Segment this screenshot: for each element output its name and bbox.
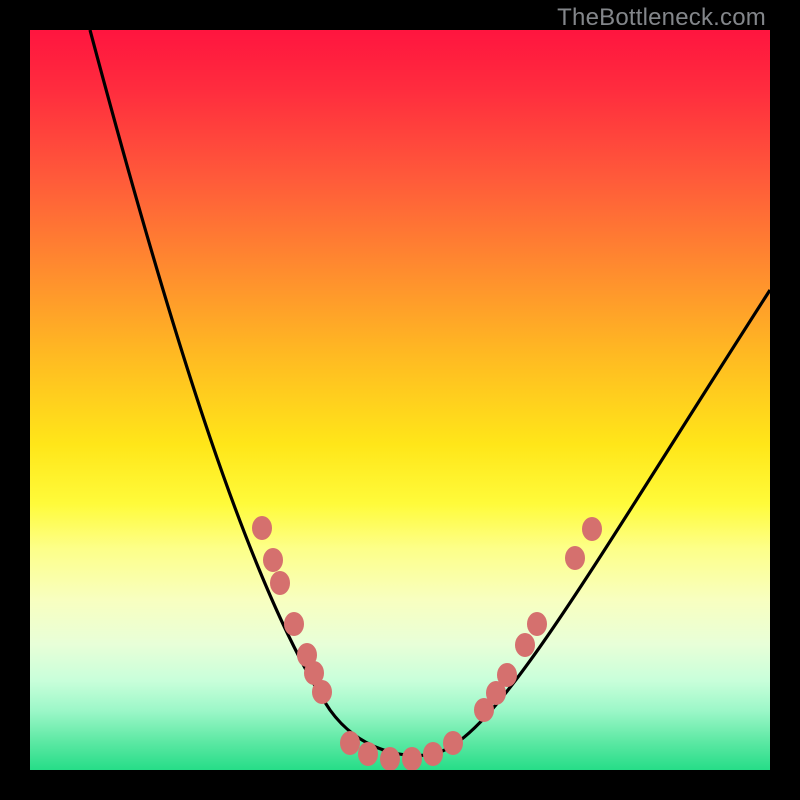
curve-marker bbox=[380, 747, 400, 770]
marker-group bbox=[252, 516, 602, 770]
watermark-text: TheBottleneck.com bbox=[557, 4, 766, 32]
curve-marker bbox=[423, 742, 443, 766]
curve-marker bbox=[252, 516, 272, 540]
curve-marker bbox=[527, 612, 547, 636]
curve-marker bbox=[263, 548, 283, 572]
curve-marker bbox=[312, 680, 332, 704]
curve-marker bbox=[340, 731, 360, 755]
curve-marker bbox=[582, 517, 602, 541]
bottleneck-curve bbox=[90, 30, 770, 756]
curve-marker bbox=[497, 663, 517, 687]
curve-marker bbox=[443, 731, 463, 755]
curve-marker bbox=[284, 612, 304, 636]
chart-svg bbox=[30, 30, 770, 770]
curve-marker bbox=[515, 633, 535, 657]
plot-area bbox=[30, 30, 770, 770]
curve-marker bbox=[270, 571, 290, 595]
curve-marker bbox=[565, 546, 585, 570]
curve-marker bbox=[402, 747, 422, 770]
curve-marker bbox=[358, 742, 378, 766]
chart-frame: TheBottleneck.com bbox=[0, 0, 800, 800]
